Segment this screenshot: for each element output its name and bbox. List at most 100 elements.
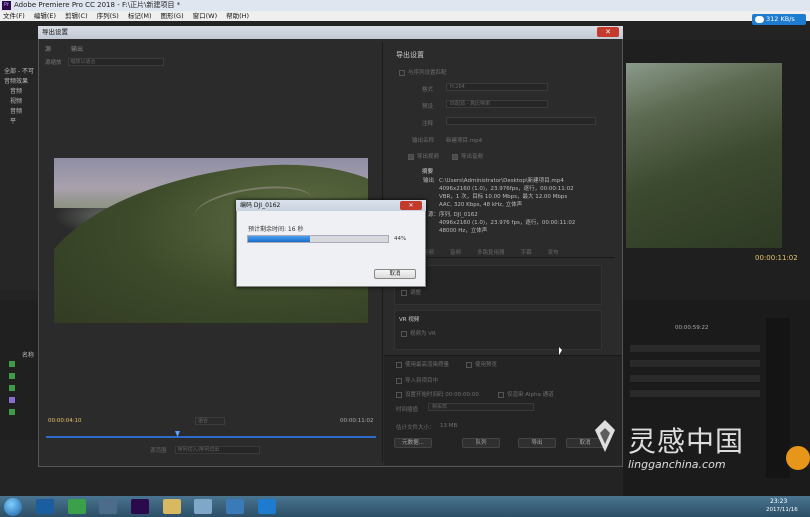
preset-dropdown[interactable]: 匹配源 - 高比特率	[446, 100, 548, 108]
export-video-row[interactable]: 导出视频	[408, 152, 439, 160]
checkbox-icon[interactable]	[396, 377, 402, 384]
timeline-track[interactable]	[630, 390, 760, 398]
app-title: Adobe Premiere Pro CC 2018 - F:\正片\新建项目 …	[14, 1, 181, 9]
tab-multiplexer[interactable]: 多路复用器	[477, 248, 505, 257]
encoding-progress-percent: 44%	[394, 236, 407, 242]
effects-item[interactable]: 音频效果	[4, 76, 28, 85]
menu-file[interactable]: 文件(F)	[3, 11, 25, 21]
match-sequence-row[interactable]: 与序列设置匹配	[399, 68, 447, 76]
checkbox-icon[interactable]	[396, 361, 402, 368]
export-audio-label: 导出音频	[461, 154, 484, 160]
effects-item[interactable]: 视频	[10, 96, 22, 105]
tab-audio[interactable]: 音频	[450, 248, 461, 257]
encoding-cancel-button[interactable]: 取消	[374, 269, 416, 279]
vr-video-row[interactable]: 视频为 VR	[401, 329, 436, 337]
checkbox-icon[interactable]	[452, 153, 458, 160]
clock-date[interactable]: 2017/11/16	[766, 507, 798, 513]
use-preview-row[interactable]: 使用预览	[466, 360, 497, 368]
tab-publish[interactable]: 发布	[548, 248, 559, 257]
zoom-fit-dropdown[interactable]: 适合	[195, 417, 225, 425]
menu-help[interactable]: 帮助(H)	[226, 11, 249, 21]
chat-app-icon[interactable]	[68, 499, 86, 514]
windows-taskbar	[0, 496, 810, 517]
remaining-time-label: 预计剩余时间: 16 秒	[248, 226, 304, 233]
app-title-bar: Pr Adobe Premiere Pro CC 2018 - F:\正片\新建…	[0, 0, 810, 11]
time-interpolation-dropdown[interactable]: 帧采样	[428, 403, 534, 411]
source-scale-dropdown[interactable]: 缩放以适合	[67, 58, 164, 66]
app-icon[interactable]	[194, 499, 212, 514]
label-swatch	[9, 373, 15, 379]
menu-window[interactable]: 窗口(W)	[193, 11, 218, 21]
checkbox-icon[interactable]	[466, 361, 472, 368]
name-column-header[interactable]: 名称	[22, 350, 34, 359]
media-app-icon[interactable]	[99, 499, 117, 514]
max-quality-row[interactable]: 使用最高渲染质量	[396, 360, 449, 368]
program-timecode[interactable]: 00:00:11:02	[755, 254, 798, 262]
program-video-frame	[626, 63, 782, 248]
summary-output-video: 4096x2160 (1.0)，23.976fps，逐行，00:00:11:02	[439, 186, 574, 192]
vr-video-section: VR 视频 视频为 VR	[394, 310, 602, 350]
use-preview-label: 使用预览	[475, 362, 498, 368]
export-audio-row[interactable]: 导出音频	[452, 152, 483, 160]
effects-item[interactable]: 音频	[10, 106, 22, 115]
floating-assistant-icon[interactable]	[786, 446, 810, 470]
cloud-app-icon[interactable]	[258, 499, 276, 514]
label-swatch	[9, 361, 15, 367]
premiere-taskbar-icon[interactable]	[131, 499, 149, 514]
effects-item[interactable]: 音频	[10, 86, 22, 95]
encoding-dialog-title: 编码 DJI_0162	[236, 200, 426, 211]
source-current-time[interactable]: 00:00:04:10	[48, 418, 82, 424]
checkbox-icon[interactable]	[401, 330, 407, 337]
menu-graphics[interactable]: 图形(G)	[161, 11, 184, 21]
tab-captions[interactable]: 字幕	[521, 248, 532, 257]
checkbox-icon[interactable]	[401, 289, 407, 296]
menu-clip[interactable]: 剪辑(C)	[65, 11, 88, 21]
encoding-progress-fill	[248, 236, 310, 242]
browser-icon[interactable]	[226, 499, 244, 514]
source-scale-toolbar: 源缩放 缩放以适合	[45, 58, 164, 66]
alpha-only-row[interactable]: 仅渲染 Alpha 通道	[498, 390, 554, 398]
start-timecode-row[interactable]: 设置开始时间码 00:00:00:00	[396, 390, 479, 398]
net-speed: 312 KB/s	[766, 15, 795, 23]
checkbox-icon[interactable]	[408, 153, 414, 160]
format-label: 格式	[422, 87, 434, 93]
summary-source-head: 源：	[428, 212, 440, 218]
import-project-row[interactable]: 导入到项目中	[396, 376, 438, 384]
media-player-icon[interactable]	[36, 499, 54, 514]
file-explorer-icon[interactable]	[163, 499, 181, 514]
source-range-dropdown[interactable]: 序列切入/序列切出	[174, 446, 260, 454]
comment-input[interactable]	[446, 117, 596, 125]
checkbox-icon[interactable]	[396, 391, 402, 398]
summary-heading: 摘要	[422, 169, 434, 175]
vr-section-heading: VR 视频	[399, 317, 420, 323]
watermark-text-en: lingganchina.com	[628, 458, 726, 471]
export-button[interactable]: 导出	[518, 438, 556, 448]
close-button[interactable]: ✕	[597, 27, 619, 37]
tab-source[interactable]: 源	[45, 44, 51, 53]
format-dropdown[interactable]: H.264	[446, 83, 548, 91]
timeline-track[interactable]	[630, 360, 760, 368]
source-timeline-bar[interactable]	[46, 436, 376, 438]
export-settings-heading: 导出设置	[396, 51, 424, 59]
alpha-only-label: 仅渲染 Alpha 通道	[507, 392, 554, 398]
start-menu-icon[interactable]	[4, 498, 22, 516]
timeline-track[interactable]	[630, 345, 760, 353]
start-timecode-value[interactable]: 00:00:00:00	[445, 392, 479, 398]
clock-time[interactable]: 23:23	[770, 498, 787, 505]
checkbox-icon[interactable]	[399, 69, 405, 76]
timeline-timecode: 00:00:59:22	[675, 325, 709, 331]
output-name-link[interactable]: 新建项目.mp4	[446, 136, 482, 144]
queue-button[interactable]: 队列	[462, 438, 500, 448]
effects-item[interactable]: 平	[10, 116, 16, 125]
cloud-icon	[755, 16, 764, 23]
menu-markers[interactable]: 标记(M)	[128, 11, 152, 21]
menu-edit[interactable]: 编辑(E)	[34, 11, 56, 21]
metadata-button[interactable]: 元数据...	[394, 438, 432, 448]
tab-output[interactable]: 输出	[71, 44, 83, 53]
timeline-track[interactable]	[630, 375, 760, 383]
effects-adjust-row[interactable]: 调整	[401, 288, 421, 296]
checkbox-icon[interactable]	[498, 391, 504, 398]
menu-sequence[interactable]: 序列(S)	[97, 11, 119, 21]
close-button[interactable]: ✕	[400, 201, 422, 210]
effects-item[interactable]: 全部 - 不可	[4, 66, 34, 75]
